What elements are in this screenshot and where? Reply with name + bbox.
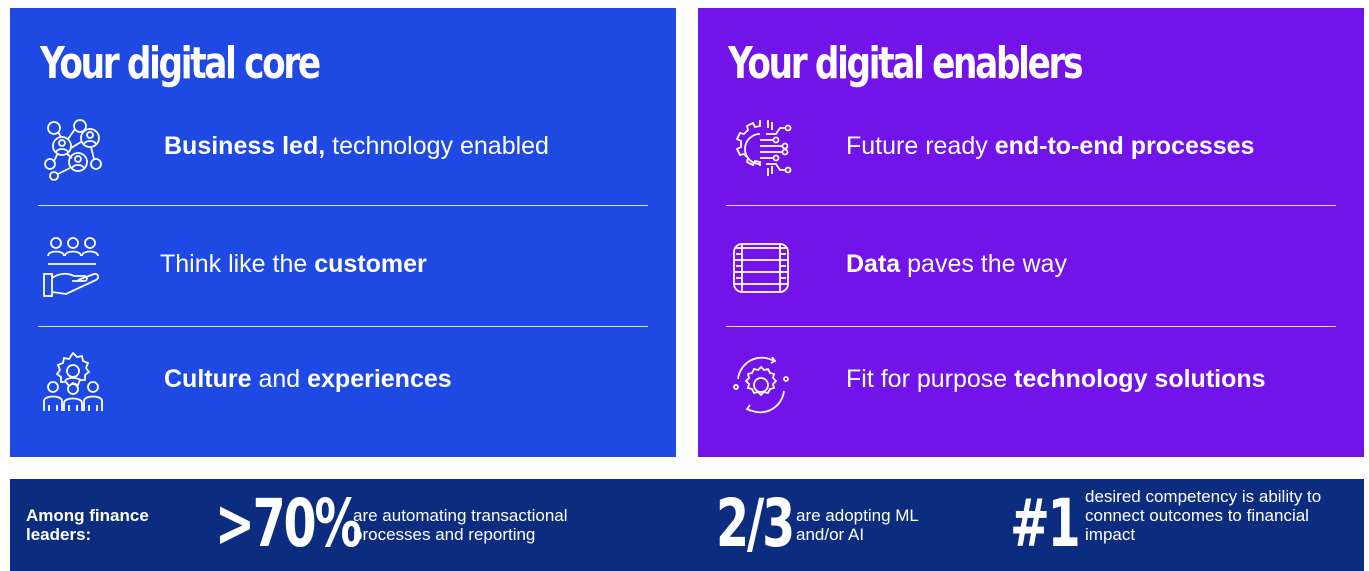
- enabler-item-text: Data paves the way: [846, 250, 1067, 278]
- enabler-item-data: Data paves the way: [728, 226, 1334, 306]
- core-item-customer: Think like the customer: [40, 226, 646, 306]
- stat-value-ml-ai: 2/3: [716, 485, 795, 562]
- cycle-gear-icon: [728, 349, 794, 415]
- enabler-item-processes: Future ready end-to-end processes: [728, 108, 1334, 188]
- divider: [726, 326, 1336, 327]
- core-item-text: Think like the customer: [160, 250, 427, 278]
- enabler-item-technology: Fit for purpose technology solutions: [728, 341, 1334, 421]
- database-icon: [728, 234, 794, 300]
- divider: [726, 205, 1336, 206]
- core-item-business-led: Business led, technology enabled: [40, 108, 646, 188]
- stat-desc-automating: are automating transactional processes a…: [353, 506, 568, 544]
- stat-desc-ml-ai: are adopting ML and/or AI: [796, 506, 919, 544]
- digital-enablers-title: Your digital enablers: [728, 38, 1084, 89]
- divider: [38, 205, 648, 206]
- core-item-text: Business led, technology enabled: [164, 132, 549, 160]
- core-item-text: Culture and experiences: [164, 365, 452, 393]
- core-item-culture: Culture and experiences: [40, 341, 646, 421]
- team-gear-icon: [40, 349, 106, 415]
- finance-leaders-stats-bar: Among finance leaders: >70% are automati…: [10, 479, 1364, 571]
- stat-desc-competency: desired competency is ability to connect…: [1085, 487, 1322, 544]
- enabler-item-text: Fit for purpose technology solutions: [846, 365, 1266, 393]
- enabler-item-text: Future ready end-to-end processes: [846, 132, 1255, 160]
- divider: [38, 326, 648, 327]
- network-people-icon: [40, 116, 106, 182]
- digital-enablers-panel: Your digital enablers Future ready end-t…: [698, 8, 1364, 457]
- hand-people-icon: [40, 234, 106, 300]
- stat-value-competency: #1: [1010, 485, 1081, 562]
- stat-value-automating: >70%: [215, 485, 362, 562]
- digital-core-title: Your digital core: [40, 38, 321, 89]
- circuit-gear-icon: [728, 116, 794, 182]
- stats-lead-label: Among finance leaders:: [26, 506, 149, 544]
- digital-core-panel: Your digital core Business led, technolo…: [10, 8, 676, 457]
